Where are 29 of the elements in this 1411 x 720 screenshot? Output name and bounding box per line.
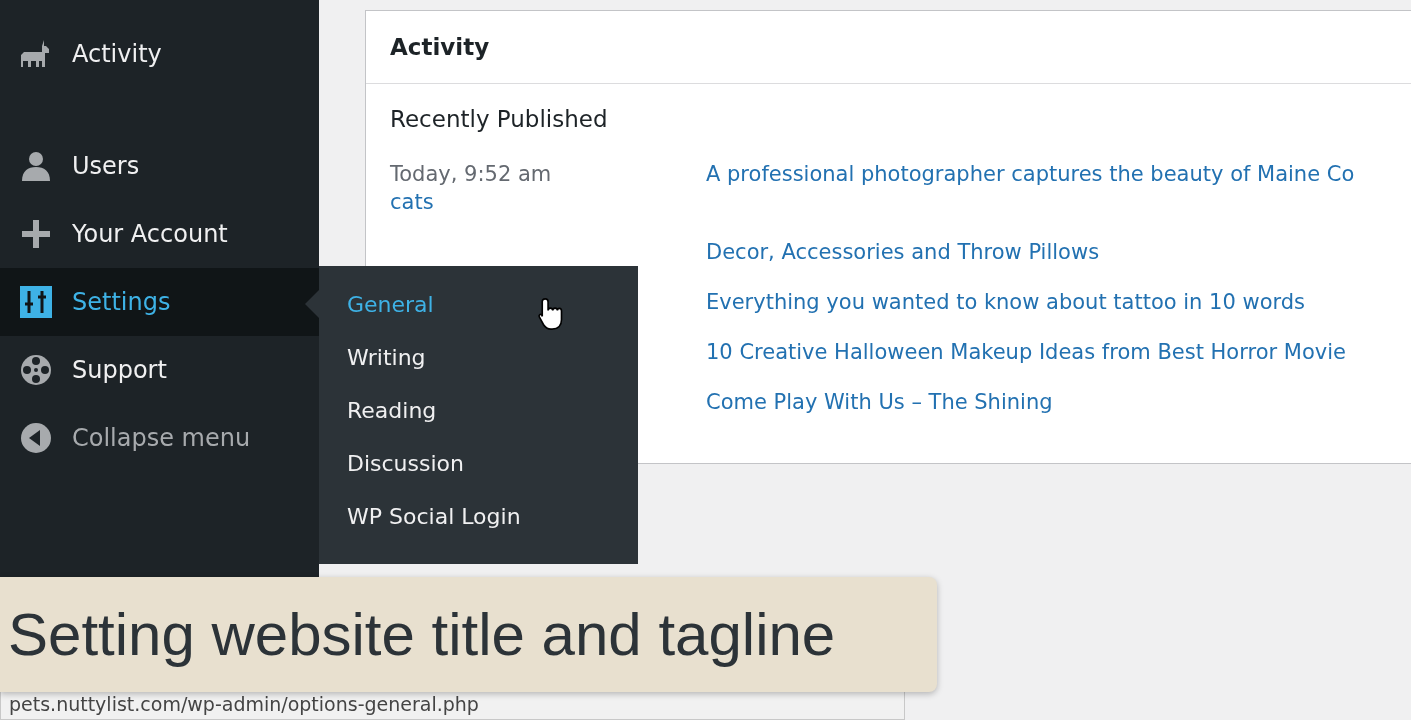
submenu-item[interactable]: Discussion bbox=[347, 451, 464, 476]
menu-item[interactable]: Activity bbox=[0, 20, 319, 88]
section-heading: Recently Published bbox=[390, 106, 609, 132]
submenu-item[interactable]: General bbox=[347, 292, 434, 317]
arrow-circle-icon bbox=[20, 422, 52, 454]
post-link[interactable]: A professional photographer captures the beauty of Maine Co bbox=[706, 162, 1355, 186]
submenu-item[interactable]: Reading bbox=[347, 398, 437, 423]
menu-item[interactable]: Your Account bbox=[0, 200, 319, 268]
menu-item[interactable]: Collapse menu bbox=[0, 404, 319, 472]
menu-item[interactable]: Settings bbox=[0, 268, 319, 336]
submenu-item[interactable]: Writing bbox=[347, 345, 426, 370]
caption: Setting website title and tagline bbox=[0, 577, 937, 692]
post-date: Today, 9:52 am bbox=[390, 162, 553, 186]
sliders-icon bbox=[20, 286, 52, 318]
status-url: pets.nuttylist.com/wp-admin/options-general.php bbox=[9, 693, 479, 715]
dog-icon bbox=[20, 38, 52, 70]
card-title: Activity bbox=[366, 11, 1411, 84]
reel-icon bbox=[20, 354, 52, 386]
menu-item[interactable]: Support bbox=[0, 336, 319, 404]
person-icon bbox=[20, 150, 52, 182]
post-link[interactable]: Everything you wanted to know about tattoo in 10 words bbox=[706, 290, 1306, 314]
plus-icon bbox=[20, 218, 52, 250]
post-link[interactable]: cats bbox=[390, 190, 434, 214]
post-link[interactable]: 10 Creative Halloween Makeup Ideas from Best Horror Movie bbox=[706, 340, 1346, 364]
hand-cursor-icon bbox=[537, 296, 565, 332]
menu-item[interactable]: Users bbox=[0, 132, 319, 200]
post-link[interactable]: Decor, Accessories and Throw Pillows bbox=[706, 240, 1100, 264]
post-link[interactable]: Come Play With Us – The Shining bbox=[706, 390, 1053, 414]
submenu-item[interactable]: WP Social Login bbox=[347, 504, 521, 529]
